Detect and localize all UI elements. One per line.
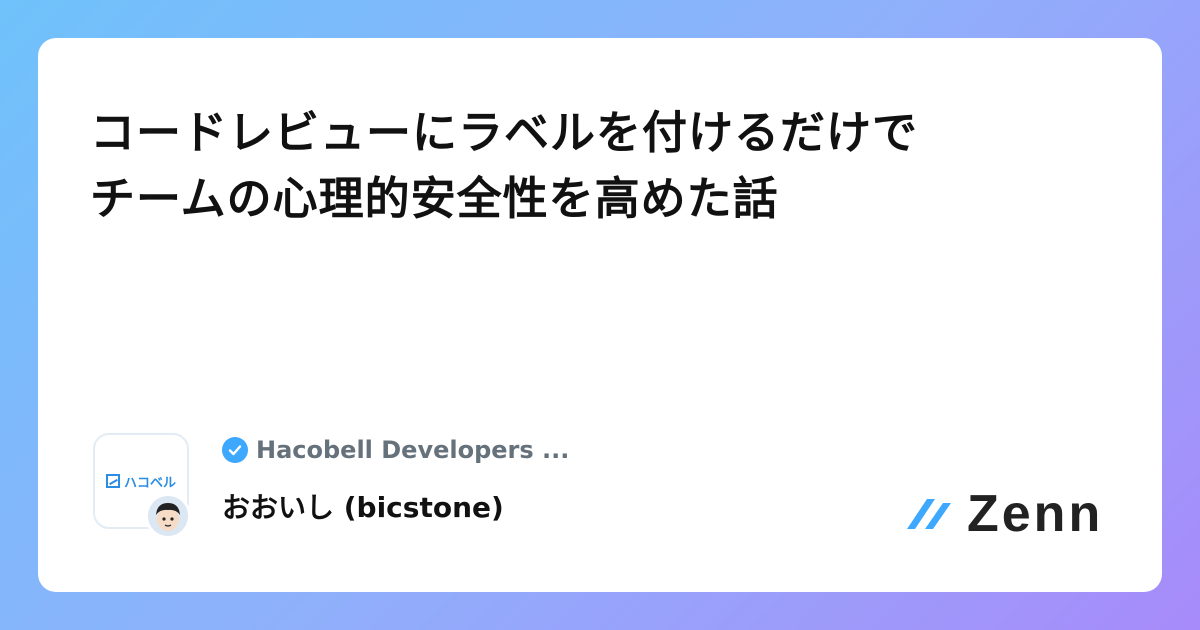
zenn-logo[interactable]: Zenn <box>905 484 1103 544</box>
hacobell-logo-icon: ハコベル <box>105 472 176 491</box>
title-line-1: コードレビューにラベルを付けるだけで <box>90 106 919 159</box>
hacobell-mark-icon <box>105 474 120 488</box>
publication-name-row[interactable]: Hacobell Developers ... <box>222 436 569 464</box>
publication-name[interactable]: Hacobell Developers ... <box>256 436 569 464</box>
author-name[interactable]: おおいし (bicstone) <box>222 486 504 526</box>
article-title: コードレビューにラベルを付けるだけで チームの心理的安全性を高めた話 <box>90 100 1100 232</box>
zenn-logo-icon <box>907 499 951 529</box>
zenn-wordmark: Zenn <box>967 485 1104 543</box>
author-avatar <box>145 493 191 539</box>
title-line-2: チームの心理的安全性を高めた話 <box>90 172 779 225</box>
check-badge-icon <box>222 437 248 463</box>
publication-logo-text: ハコベル <box>123 475 176 491</box>
avatar-face-icon <box>148 496 188 536</box>
article-card: コードレビューにラベルを付けるだけで チームの心理的安全性を高めた話 ハコベル … <box>38 38 1162 592</box>
